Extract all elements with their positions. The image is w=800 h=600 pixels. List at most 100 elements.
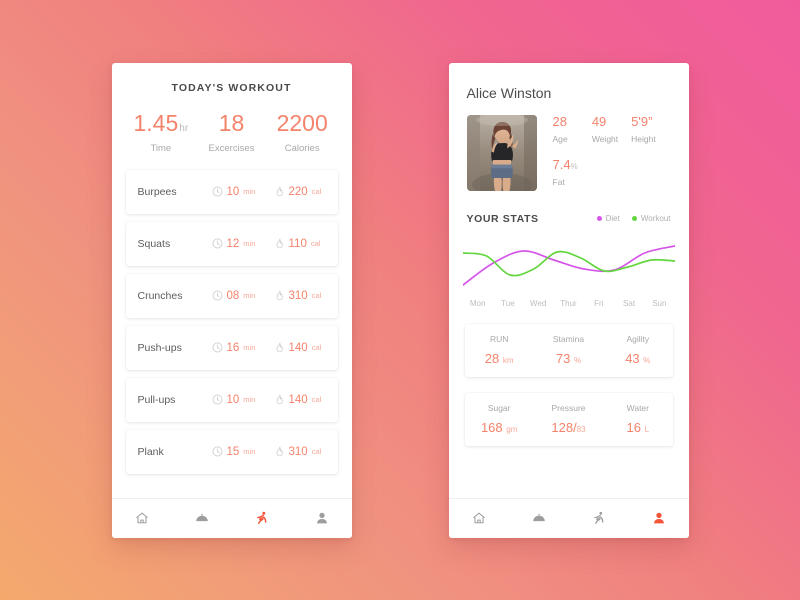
exercise-calories-value: 220 [288,185,308,198]
stat-pressure-value: 128/ [551,419,577,435]
app-mockup-stage: TODAY'S WORKOUT 1.45hr Time 18 Excercise… [0,0,800,600]
exercise-calories-unit: cal [310,239,321,248]
nav-item-profile[interactable] [629,511,689,525]
stat-stamina-value: 73 [555,350,571,366]
health-stats-card: Sugar 168 gm Pressure 128/83 Water 16 L [464,392,673,446]
exercise-duration: 16 min [212,342,274,354]
exercise-name: Crunches [137,289,183,302]
summary-calories: 2200 Calories [267,109,338,154]
exercise-duration: 12 min [212,238,274,250]
exercise-name: Pull-ups [137,393,176,406]
table-row[interactable]: Crunches 08 min 310 cal [125,273,338,318]
stat-sugar: Sugar 168 gm [465,403,534,435]
exercise-duration-unit: min [243,343,256,352]
chart-line-diet [462,244,675,286]
stat-pressure-unit: 83 [576,424,586,434]
stat-agility-value: 43 [625,350,640,366]
exercise-calories-unit: cal [311,343,322,352]
exercise-duration: 10 min [212,186,274,198]
clock-icon [212,238,223,249]
profile-name: Alice Winston [466,84,552,101]
metric-age-value: 28 [552,113,567,129]
profile-summary: 28 Age 49 Weight 5'9” Height 7.4% Fat [449,101,689,191]
table-row[interactable]: Squats 12 min 110 cal [125,221,338,266]
exercise-calories-unit: cal [311,187,322,196]
stat-stamina: Stamina 73 % [534,334,603,366]
flame-icon [274,238,285,249]
exercise-duration: 10 min [212,394,274,406]
nav-item-workout[interactable] [569,511,629,525]
exercise-calories: 310 cal [274,290,321,302]
nav-item-meals[interactable] [172,511,232,525]
stat-water-unit: L [644,424,650,434]
exercise-duration-unit: min [243,239,256,248]
nav-item-meals[interactable] [509,511,569,525]
summary-time-unit: hr [179,122,189,134]
summary-exercises-value: 18 [218,109,245,136]
nav-item-profile[interactable] [292,511,352,525]
fitness-stats-card: RUN 28 km Stamina 73 % Agility 43 % [464,323,673,377]
axis-label: Tue [501,298,515,308]
clock-icon [212,342,223,353]
stat-run-value: 28 [484,350,500,366]
summary-calories-label: Calories [284,142,320,154]
exercise-duration-value: 16 [226,341,240,354]
stat-sugar-unit: gm [506,424,518,434]
exercise-calories: 220 cal [274,185,322,198]
nav-item-home[interactable] [449,511,509,525]
exercise-calories: 140 cal [274,394,322,406]
exercise-calories-value: 140 [288,341,308,354]
summary-time-value: 1.45 [133,109,179,136]
profile-metrics-row-1: 28 Age 49 Weight 5'9” Height [553,115,671,144]
exercise-duration-value: 08 [226,289,240,302]
flame-icon [274,342,285,353]
legend-dot-diet [596,216,602,221]
nav-item-home[interactable] [112,511,172,525]
exercise-duration: 08 min [212,290,274,302]
stats-chart-svg [462,244,675,286]
exercise-calories: 110 cal [274,237,321,250]
table-row[interactable]: Plank 15 min 310 cal [125,429,338,474]
exercise-duration-value: 15 [226,445,240,458]
metric-age-label: Age [552,133,568,144]
workout-summary: 1.45hr Time 18 Excercises 2200 Calories [112,94,352,168]
stat-run-unit: km [502,355,514,365]
stat-water-value: 16 [626,419,642,435]
table-row[interactable]: Burpees 10 min 220 cal [125,169,338,214]
table-row[interactable]: Push-ups 16 min 140 cal [125,325,338,370]
exercise-duration-value: 10 [226,185,240,198]
exercise-name: Push-ups [137,341,182,354]
exercise-duration-value: 12 [226,237,240,250]
metric-height: 5'9” Height [631,115,670,144]
table-row[interactable]: Pull-ups 10 min 140 cal [125,377,338,422]
flame-icon [274,186,285,197]
axis-label: Thur [560,298,577,308]
flame-icon [274,446,285,457]
exercise-list: Burpees 10 min 220 cal Squats 12 min 110… [112,168,352,498]
axis-label: Fri [594,298,604,308]
axis-label: Wed [530,298,547,308]
exercise-calories-value: 110 [288,237,307,250]
bottom-navigation [111,497,352,538]
flame-icon [274,394,285,405]
stat-agility-unit: % [643,355,651,365]
chart-legend: Diet Workout [596,214,671,223]
stat-pressure: Pressure 128/83 [534,403,603,435]
legend-label-workout: Workout [640,214,671,223]
axis-label: Sat [623,298,636,308]
clock-icon [212,186,223,197]
metrics-spacer [591,158,670,187]
stat-stamina-label: Stamina [552,333,585,344]
summary-calories-value: 2200 [276,109,328,136]
axis-label: Sun [652,298,667,308]
exercise-duration-unit: min [243,395,256,404]
clock-icon [212,290,223,301]
nav-item-workout[interactable] [232,511,292,525]
clock-icon [212,446,223,457]
flame-icon [274,290,285,301]
stat-agility-label: Agility [626,333,650,344]
exercise-calories-value: 310 [288,445,308,458]
exercise-duration-unit: min [243,447,256,456]
exercise-calories-unit: cal [311,395,322,404]
exercise-duration-unit: min [243,187,256,196]
